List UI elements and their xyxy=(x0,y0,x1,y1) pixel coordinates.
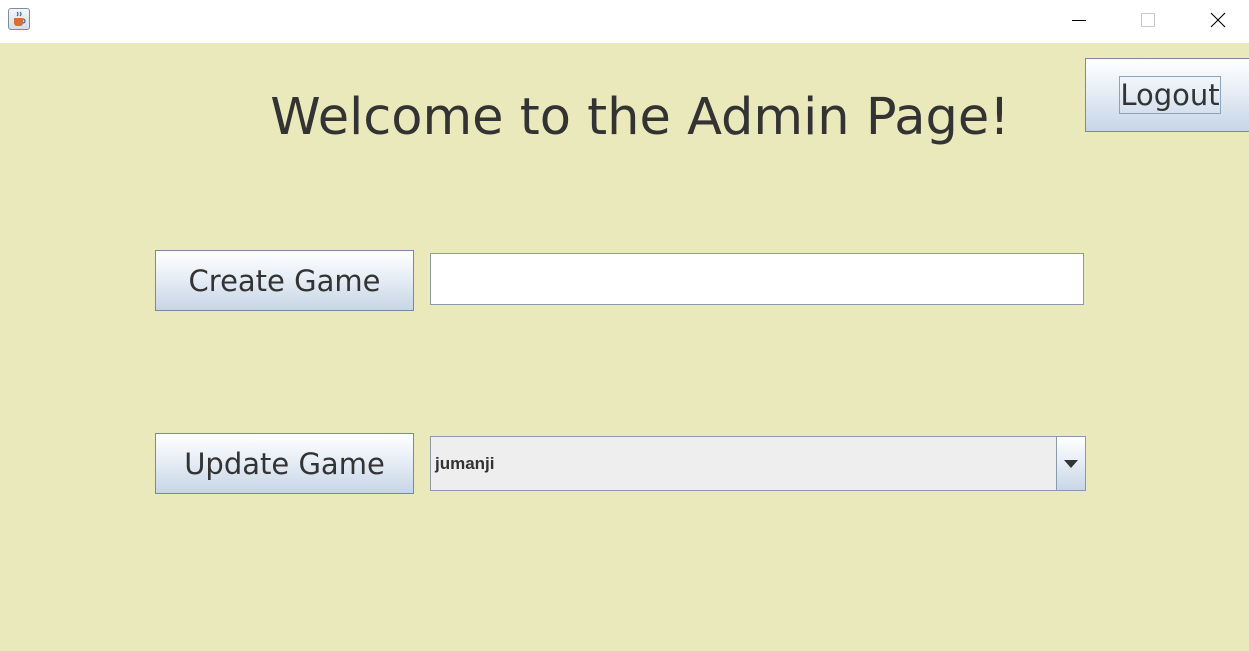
logout-button[interactable]: Logout xyxy=(1085,58,1249,132)
game-name-input[interactable] xyxy=(430,253,1084,305)
dropdown-arrow-button[interactable] xyxy=(1057,437,1085,490)
selected-game-value: jumanji xyxy=(435,454,495,473)
maximize-button[interactable] xyxy=(1125,0,1171,40)
java-cup-icon[interactable] xyxy=(8,8,30,30)
app-window: Welcome to the Admin Page! Logout Create… xyxy=(0,0,1249,651)
close-icon xyxy=(1210,12,1226,28)
update-game-label: Update Game xyxy=(184,446,385,481)
minimize-button[interactable] xyxy=(1056,0,1102,40)
chevron-down-icon xyxy=(1064,459,1078,468)
maximize-icon xyxy=(1141,13,1155,27)
create-game-button[interactable]: Create Game xyxy=(155,250,414,311)
update-game-button[interactable]: Update Game xyxy=(155,433,414,494)
close-button[interactable] xyxy=(1195,0,1241,40)
logout-label: Logout xyxy=(1119,76,1221,114)
game-select-dropdown[interactable]: jumanji xyxy=(430,436,1086,491)
title-bar xyxy=(0,0,1249,43)
minimize-icon xyxy=(1072,20,1086,21)
page-title: Welcome to the Admin Page! xyxy=(270,88,1010,147)
create-game-label: Create Game xyxy=(188,263,381,298)
